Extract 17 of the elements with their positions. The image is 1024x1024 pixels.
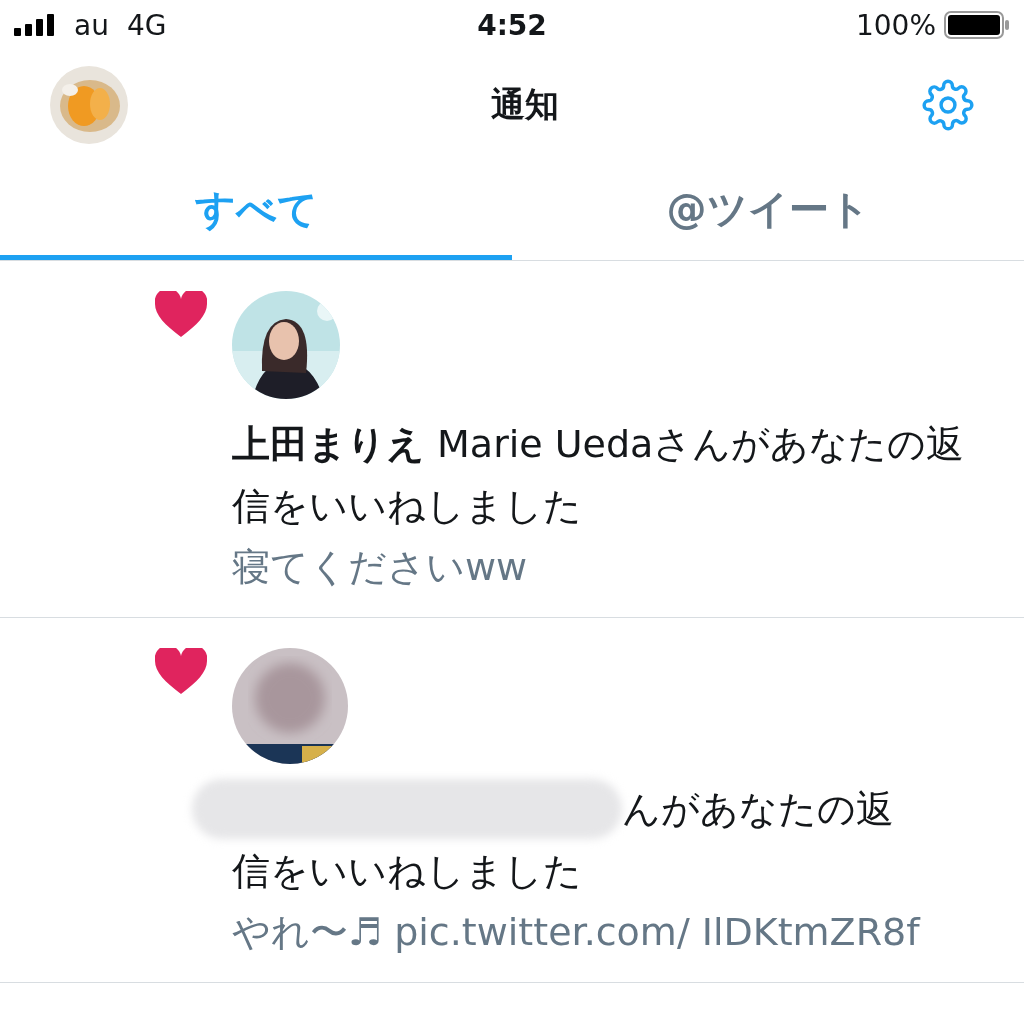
heart-icon bbox=[155, 648, 207, 694]
tab[interactable]: すべて bbox=[0, 160, 512, 260]
network-type: 4G bbox=[126, 8, 167, 42]
tweet-text: 寝てくださいww bbox=[232, 544, 529, 591]
signal-icon bbox=[14, 14, 56, 36]
tweet-text: やれ〜♬ pic.twitter.com/ IlDKtmZR8f bbox=[232, 909, 922, 956]
notification-text: 信をいいねしました bbox=[232, 848, 583, 895]
heart-icon bbox=[155, 291, 207, 337]
clock: 4:52 bbox=[477, 8, 547, 42]
notification-text: 上田まりえ Marie Uedaさんがあなたの返信をいいねしました bbox=[232, 421, 966, 530]
carrier: au bbox=[74, 8, 109, 42]
screen-title: 通知 bbox=[491, 83, 559, 126]
battery-percent: 100% bbox=[855, 8, 936, 42]
notification-text: んがあなたの返 bbox=[622, 786, 894, 833]
settings-icon[interactable] bbox=[922, 79, 974, 131]
battery-icon bbox=[944, 11, 1010, 39]
tab[interactable]: @ツイート bbox=[512, 160, 1024, 260]
